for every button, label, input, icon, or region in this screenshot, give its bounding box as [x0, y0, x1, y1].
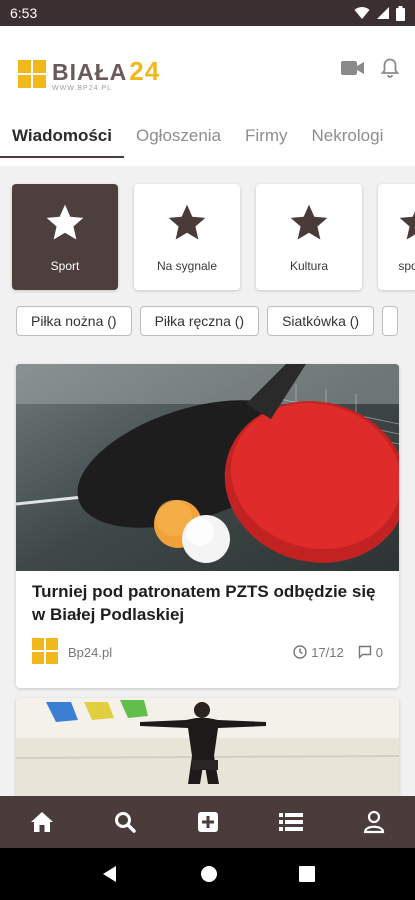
status-bar: 6:53 [0, 0, 415, 26]
status-time: 6:53 [10, 5, 38, 21]
nav-home[interactable] [22, 802, 62, 842]
tab-nekrologi[interactable]: Nekrologi [300, 122, 396, 158]
nav-profile[interactable] [354, 802, 394, 842]
video-camera-icon[interactable] [341, 60, 365, 76]
logo-url: WWW.BP24.PL [52, 85, 113, 92]
wifi-icon [354, 7, 370, 20]
status-icons [354, 5, 405, 21]
nav-search[interactable] [105, 802, 145, 842]
app-header: BIAŁA 24 WWW.BP24.PL Wiadomości Ogłoszen… [0, 26, 415, 166]
category-label: Kultura [289, 259, 329, 273]
article-meta: 17/12 0 [293, 645, 383, 660]
star-icon [46, 204, 84, 240]
table-tennis-image [16, 364, 399, 571]
battery-icon [396, 5, 405, 21]
nav-add[interactable] [188, 802, 228, 842]
recents-icon[interactable] [298, 866, 315, 882]
star-icon [168, 204, 206, 240]
article-card[interactable] [16, 698, 399, 808]
list-icon [278, 813, 303, 831]
tab-wiadomosci[interactable]: Wiadomości [0, 122, 124, 158]
bell-icon[interactable] [381, 58, 399, 78]
app-logo[interactable]: BIAŁA 24 WWW.BP24.PL [18, 58, 160, 92]
category-kultura[interactable]: Kultura [256, 184, 362, 290]
category-label: Na sygnale [156, 259, 218, 273]
category-label: Sport [50, 259, 80, 273]
logo-word-1: BIAŁA [52, 59, 128, 85]
category-sport[interactable]: Sport [12, 184, 118, 290]
comment-icon [358, 645, 371, 659]
home-icon [30, 812, 53, 832]
comment-count: 0 [375, 644, 383, 660]
category-list: Sport Na sygnale Kultura spo [12, 184, 415, 290]
source-name: Bp24.pl [68, 644, 113, 660]
star-icon [290, 204, 328, 240]
category-na-sygnale[interactable]: Na sygnale [134, 184, 240, 290]
search-icon [114, 812, 136, 833]
profile-icon [363, 810, 384, 834]
header-actions [341, 58, 399, 78]
star-icon [399, 211, 415, 240]
article-date: 17/12 [311, 644, 344, 660]
home-circle-icon[interactable] [200, 865, 218, 883]
tab-firmy[interactable]: Firmy [233, 122, 299, 158]
back-icon[interactable] [101, 865, 119, 883]
chip-pilka-reczna[interactable]: Piłka ręczna () [139, 306, 260, 336]
category-partial[interactable]: spo [378, 184, 415, 290]
nav-list[interactable] [271, 802, 311, 842]
logo-word-2: 24 [129, 56, 161, 86]
main-tabs: Wiadomości Ogłoszenia Firmy Nekrologi [0, 122, 415, 166]
clock-icon [293, 645, 307, 659]
article-image [16, 698, 399, 808]
category-label: spo [398, 259, 415, 273]
filter-chips: Piłka nożna () Piłka ręczna () Siatkówka… [16, 306, 399, 336]
chip-partial[interactable] [382, 306, 399, 336]
signal-icon [377, 7, 389, 19]
logo-mark [18, 60, 48, 90]
chip-pilka-nozna[interactable]: Piłka nożna () [16, 306, 132, 336]
system-nav-bar [0, 848, 415, 900]
add-icon [197, 812, 218, 832]
article-title: Turniej pod patronatem PZTS odbędzie się… [32, 582, 376, 624]
tab-ogloszenia[interactable]: Ogłoszenia [124, 122, 233, 158]
article-footer: Bp24.pl 17/12 0 [32, 638, 383, 666]
article-image [16, 364, 399, 571]
article-card[interactable]: Turniej pod patronatem PZTS odbędzie się… [16, 364, 399, 688]
article-source: Bp24.pl [32, 638, 112, 666]
source-logo [32, 638, 60, 666]
bottom-navigation [0, 796, 415, 848]
chip-siatkowka[interactable]: Siatkówka () [267, 306, 375, 336]
